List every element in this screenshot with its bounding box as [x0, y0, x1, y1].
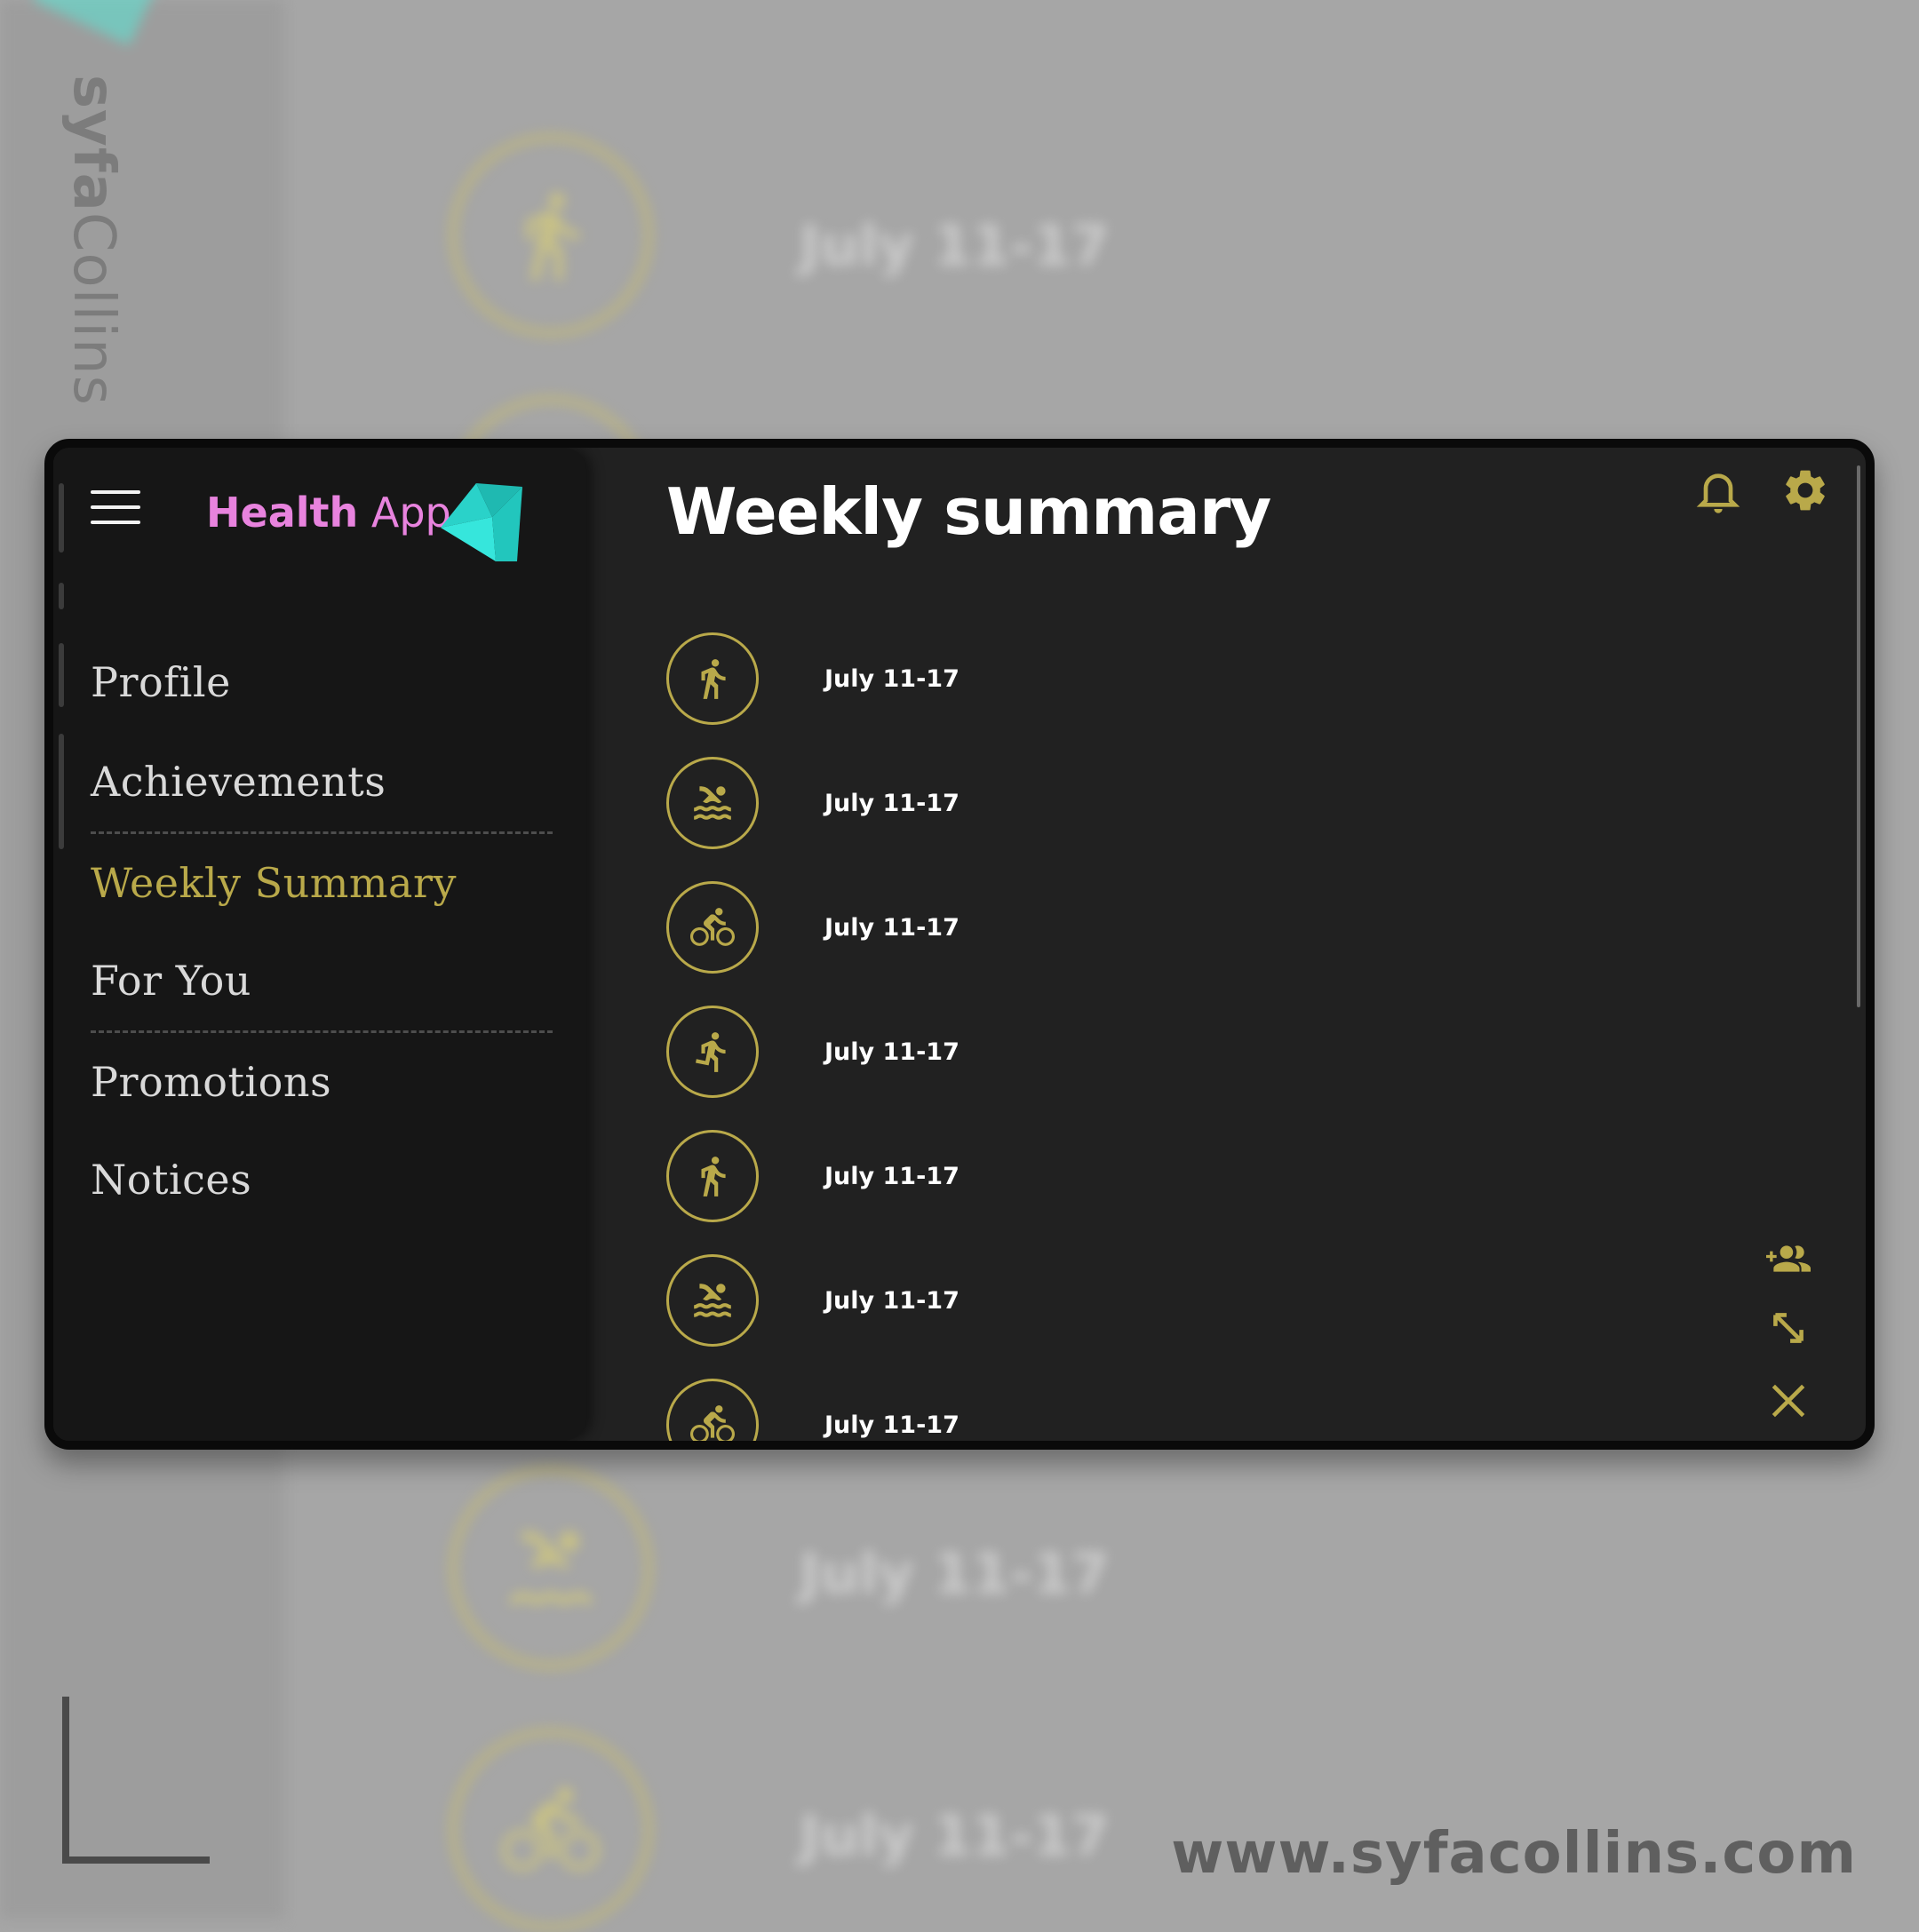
background-date: July 11-17	[800, 1803, 1110, 1868]
walking-icon	[701, 1157, 726, 1197]
bell-icon[interactable]	[1693, 465, 1743, 515]
close-icon[interactable]	[1766, 1379, 1811, 1423]
background-activity-ring	[449, 133, 653, 338]
nav-item-notices[interactable]: Notices	[91, 1130, 553, 1229]
activity-row[interactable]: July 11-17	[666, 990, 960, 1114]
sidebar-edge-marker	[59, 643, 64, 707]
page-title: Weekly summary	[666, 474, 1271, 549]
app-title-regular: App	[358, 489, 451, 537]
activity-badge	[666, 881, 759, 974]
cycling-icon	[502, 1786, 600, 1871]
background-date: July 11-17	[800, 213, 1110, 278]
nav-item-promotions[interactable]: Promotions	[91, 1030, 553, 1130]
nav-item-for-you[interactable]: For You	[91, 931, 553, 1030]
activity-date: July 11-17	[824, 1286, 960, 1315]
activity-row[interactable]: July 11-17	[666, 1238, 960, 1363]
app-title-bold: Health	[206, 489, 359, 537]
app-title: Health App	[206, 489, 451, 537]
background-date: July 11-17	[800, 1541, 1110, 1606]
nav-item-weekly-summary[interactable]: Weekly Summary	[91, 831, 553, 931]
nav-item-profile[interactable]: Profile	[91, 632, 553, 732]
running-icon	[696, 1032, 726, 1072]
activity-row[interactable]: July 11-17	[666, 616, 960, 741]
app-logo-icon	[441, 483, 522, 561]
background-activity-ring	[449, 1728, 653, 1932]
activity-badge	[666, 632, 759, 725]
expand-icon[interactable]	[1766, 1306, 1811, 1350]
hamburger-line	[91, 521, 140, 524]
sidebar: Health App Profile Achievements Weekly S…	[53, 448, 586, 1441]
activity-date: July 11-17	[824, 789, 960, 817]
brand-watermark-regular: Collins	[60, 211, 126, 406]
corner-bracket-decoration	[62, 1697, 210, 1864]
website-url: www.syfacollins.com	[1171, 1821, 1857, 1887]
activity-date: July 11-17	[824, 913, 960, 942]
activity-row[interactable]: July 11-17	[666, 1114, 960, 1238]
gear-icon[interactable]	[1780, 465, 1830, 515]
activity-row[interactable]: July 11-17	[666, 1363, 960, 1441]
activity-date: July 11-17	[824, 664, 960, 693]
activity-date: July 11-17	[824, 1411, 960, 1439]
activity-badge	[666, 1006, 759, 1098]
cycling-icon	[690, 908, 735, 946]
add-friend-icon[interactable]	[1766, 1236, 1811, 1281]
app-window: Health App Profile Achievements Weekly S…	[44, 439, 1875, 1450]
brand-watermark-vertical: syfaCollins	[60, 75, 126, 406]
background-activity-ring	[449, 1466, 653, 1670]
cycling-icon	[690, 1405, 735, 1441]
sidebar-nav: Profile Achievements Weekly Summary For …	[91, 632, 553, 1229]
hamburger-menu-icon[interactable]	[91, 490, 140, 528]
activity-list: July 11-17 July 11-17 July 11-17 July 11…	[666, 616, 960, 1441]
walking-icon	[526, 192, 580, 281]
brand-watermark-bold: syfa	[60, 75, 126, 212]
activity-badge	[666, 757, 759, 849]
sidebar-edge-marker	[59, 483, 64, 553]
activity-row[interactable]: July 11-17	[666, 865, 960, 990]
activity-badge	[666, 1379, 759, 1441]
main-content: Weekly summary July 11-17 July 11-17 Jul…	[613, 448, 1866, 1441]
sidebar-edge-marker	[59, 734, 64, 849]
activity-date: July 11-17	[824, 1038, 960, 1066]
activity-badge	[666, 1254, 759, 1347]
swimming-icon	[510, 1530, 592, 1605]
swimming-icon	[694, 1284, 731, 1317]
activity-date: July 11-17	[824, 1162, 960, 1190]
activity-badge	[666, 1130, 759, 1222]
sidebar-edge-marker	[59, 583, 64, 609]
scrollbar[interactable]	[1857, 465, 1860, 1007]
hamburger-line	[91, 490, 140, 494]
hamburger-line	[91, 505, 140, 509]
walking-icon	[701, 659, 726, 699]
activity-row[interactable]: July 11-17	[666, 741, 960, 865]
swimming-icon	[694, 786, 731, 820]
nav-item-achievements[interactable]: Achievements	[91, 732, 553, 831]
